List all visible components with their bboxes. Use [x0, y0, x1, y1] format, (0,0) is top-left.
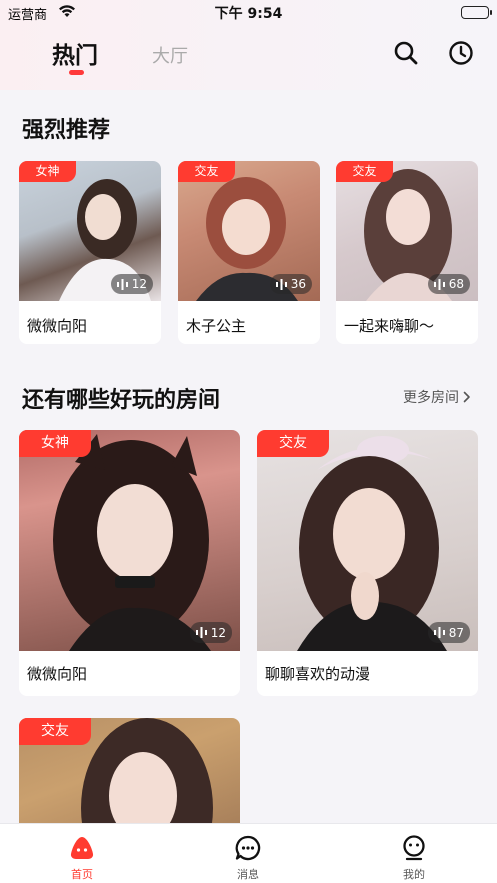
viewer-count-value: 12 — [131, 277, 147, 291]
history-button[interactable] — [446, 38, 476, 68]
audio-bars-icon — [433, 278, 445, 290]
room-name: 微微向阳 — [27, 317, 88, 335]
audio-bars-icon — [275, 278, 287, 290]
home-icon — [70, 837, 94, 859]
room-tag: 交友 — [336, 161, 393, 182]
more-rooms-link[interactable]: 更多房间 — [403, 387, 471, 407]
room-name: 微微向阳 — [27, 665, 88, 683]
recommended-title: 强烈推荐 — [22, 118, 111, 143]
room-tag: 女神 — [19, 430, 91, 457]
viewer-count: 36 — [269, 274, 312, 294]
user-face-icon — [403, 835, 425, 861]
room-card[interactable]: 交友 87 聊聊喜欢的动漫 — [257, 430, 478, 696]
battery-icon — [461, 6, 492, 19]
rooms-title: 还有哪些好玩的房间 — [22, 388, 221, 413]
audio-bars-icon — [433, 627, 445, 638]
chat-bubble-icon — [235, 835, 261, 861]
search-button[interactable] — [391, 38, 421, 68]
room-card[interactable]: 女神 12 微微向阳 — [19, 430, 240, 696]
tab-hot[interactable]: 热门 — [52, 36, 98, 70]
recommended-card[interactable]: 交友 36 木子公主 — [178, 161, 320, 344]
status-bar: 运营商 下午 9:54 — [0, 0, 497, 24]
bottom-navigation: 首页 消息 我的 — [0, 823, 497, 883]
audio-bars-icon — [195, 627, 207, 638]
viewer-count-value: 36 — [290, 277, 306, 291]
room-tag: 交友 — [19, 718, 91, 745]
recommended-card[interactable]: 女神 12 微微向阳 — [19, 161, 161, 344]
tab-hall[interactable]: 大厅 — [152, 42, 188, 68]
more-rooms-label: 更多房间 — [403, 390, 459, 406]
chevron-right-icon — [463, 391, 470, 403]
viewer-count: 12 — [189, 622, 232, 643]
clock: 下午 9:54 — [214, 6, 283, 22]
nav-home[interactable]: 首页 — [42, 824, 122, 883]
nav-messages[interactable]: 消息 — [208, 824, 288, 883]
room-card[interactable]: 交友 — [19, 718, 240, 828]
room-tag: 女神 — [19, 161, 76, 182]
viewer-count-value: 68 — [448, 277, 464, 291]
room-name: 木子公主 — [186, 317, 247, 335]
active-tab-indicator — [69, 70, 84, 75]
viewer-count-value: 12 — [210, 625, 226, 640]
viewer-count: 12 — [110, 274, 153, 294]
nav-profile[interactable]: 我的 — [374, 824, 454, 883]
audio-bars-icon — [116, 278, 128, 290]
room-tag: 交友 — [178, 161, 235, 182]
room-name: 一起来嗨聊～ — [344, 317, 435, 335]
viewer-count: 87 — [427, 622, 470, 643]
nav-profile-label: 我的 — [403, 868, 425, 881]
nav-messages-label: 消息 — [237, 868, 259, 881]
viewer-count-value: 87 — [448, 625, 464, 640]
room-tag: 交友 — [257, 430, 329, 457]
recommended-card[interactable]: 交友 68 一起来嗨聊～ — [336, 161, 478, 344]
search-icon — [394, 41, 418, 65]
room-name: 聊聊喜欢的动漫 — [265, 665, 371, 683]
room-cover-image — [257, 430, 478, 651]
clock-icon — [449, 41, 473, 65]
viewer-count: 68 — [427, 274, 470, 294]
room-cover-image — [19, 430, 240, 651]
nav-home-label: 首页 — [71, 868, 93, 881]
